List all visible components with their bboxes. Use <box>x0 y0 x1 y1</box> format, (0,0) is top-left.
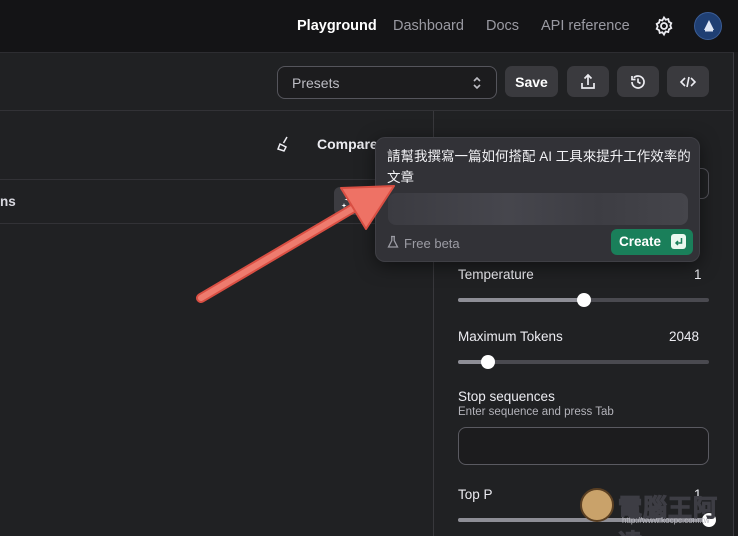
history-button[interactable] <box>617 66 659 97</box>
row-divider <box>0 223 433 224</box>
temperature-label: Temperature <box>458 267 534 282</box>
generate-button[interactable] <box>334 187 364 215</box>
top-p-label: Top P <box>458 487 493 502</box>
playground-frame: Presets Save Compare ns Temperature 1 Ma… <box>0 52 734 536</box>
stop-sequences-label: Stop sequences <box>458 389 555 404</box>
prompt-textarea[interactable]: 請幫我撰寫一篇如何搭配 AI 工具來提升工作效率的文章 <box>387 146 692 188</box>
presets-select[interactable]: Presets <box>277 66 497 99</box>
temperature-slider[interactable] <box>458 293 709 307</box>
free-beta-label: Free beta <box>404 236 460 251</box>
toolbar: Presets Save <box>0 53 734 111</box>
save-button[interactable]: Save <box>505 66 558 97</box>
gear-icon[interactable] <box>652 14 676 38</box>
watermark-text: 電腦王阿達 <box>618 494 718 536</box>
nav-dashboard[interactable]: Dashboard <box>393 18 464 34</box>
watermark-mascot-icon <box>580 488 614 522</box>
avatar[interactable] <box>694 12 722 40</box>
instructions-label: ns <box>0 194 16 209</box>
max-tokens-label: Maximum Tokens <box>458 329 563 344</box>
top-navigation: Playground Dashboard Docs API reference <box>0 0 738 52</box>
max-tokens-value[interactable]: 2048 <box>669 329 699 344</box>
create-button[interactable]: Create <box>611 229 693 255</box>
stop-sequences-hint: Enter sequence and press Tab <box>458 406 614 418</box>
presets-label: Presets <box>292 75 340 91</box>
blurred-content <box>388 193 688 225</box>
create-button-label: Create <box>619 234 662 249</box>
save-button-label: Save <box>515 74 548 90</box>
flask-icon <box>386 235 400 254</box>
watermark: 電腦王阿達 http://www.kocpc.com.tw <box>580 485 730 536</box>
stop-sequences-input[interactable] <box>458 427 709 465</box>
nav-playground[interactable]: Playground <box>297 18 377 34</box>
chevron-updown-icon <box>472 75 482 96</box>
clear-broom-icon[interactable] <box>275 135 293 158</box>
max-tokens-slider[interactable] <box>458 355 709 369</box>
generate-prompt-popover: 請幫我撰寫一篇如何搭配 AI 工具來提升工作效率的文章 Free beta Cr… <box>375 137 700 262</box>
watermark-url: http://www.kocpc.com.tw <box>622 516 710 525</box>
row-divider <box>0 179 433 180</box>
code-button[interactable] <box>667 66 709 97</box>
max-tokens-slider-thumb[interactable] <box>481 355 496 369</box>
temperature-slider-thumb[interactable] <box>576 293 591 307</box>
temperature-slider-fill <box>458 298 584 302</box>
nav-docs[interactable]: Docs <box>486 18 519 34</box>
compare-button[interactable]: Compare <box>317 136 378 152</box>
enter-key-icon <box>671 234 686 249</box>
nav-api-reference[interactable]: API reference <box>541 18 630 34</box>
temperature-value[interactable]: 1 <box>694 267 702 282</box>
share-button[interactable] <box>567 66 609 97</box>
